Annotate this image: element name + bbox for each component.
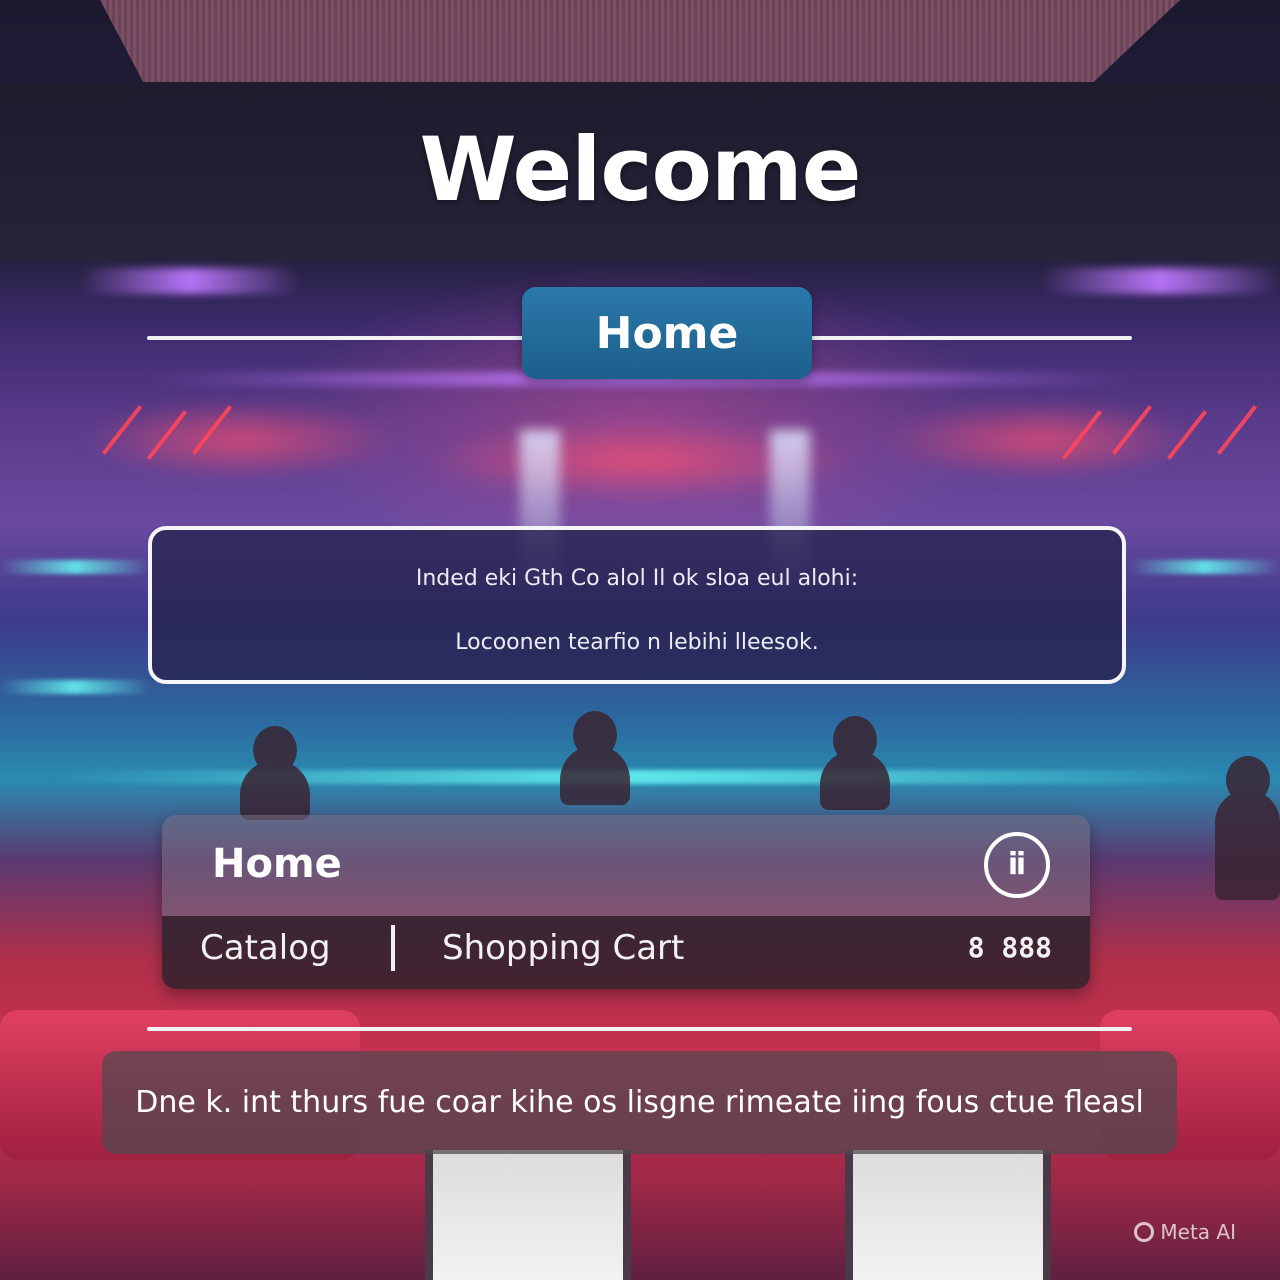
purple-light-strip (80, 268, 300, 294)
info-line-1: Inded eki Gth Co alol Il ok sloa eul alo… (415, 566, 859, 591)
doorway (845, 1150, 1051, 1280)
nav-link-catalog[interactable]: Catalog (200, 928, 331, 968)
red-glow (80, 400, 400, 480)
cyan-light-bar (0, 560, 150, 574)
cyan-light-bar (0, 680, 150, 694)
home-button[interactable]: Home (522, 287, 812, 379)
doorway (425, 1150, 631, 1280)
person-silhouette (1215, 756, 1280, 900)
bottom-banner: Dne k. int thurs fue coar kihe os lisgne… (102, 1051, 1177, 1154)
watermark-text: Meta AI (1160, 1220, 1236, 1244)
app-screen: Welcome Home Inded eki Gth Co alol Il ok… (0, 0, 1280, 1280)
user-circle-icon[interactable]: ⅱ (984, 832, 1050, 898)
info-line-2: Locoonen tearfio n lebihi lleesok. (455, 630, 819, 655)
nav-link-shopping-cart[interactable]: Shopping Cart (442, 928, 684, 968)
divider-line (808, 336, 1132, 340)
divider-line (147, 1027, 1132, 1031)
watermark: Meta AI (1134, 1220, 1236, 1244)
cart-count: 8 888 (967, 931, 1052, 964)
red-glow (880, 400, 1200, 480)
meta-ai-logo-icon (1134, 1222, 1155, 1242)
cyan-light-bar (1130, 560, 1280, 574)
bar-counter-light (50, 770, 1230, 784)
ceiling-panel (100, 0, 1180, 82)
nav-card: Home ⅱ Catalog Shopping Cart 8 888 (162, 815, 1090, 989)
info-panel: Inded eki Gth Co alol Il ok sloa eul alo… (148, 526, 1126, 684)
page-title: Welcome (419, 118, 862, 221)
nav-separator (391, 925, 395, 971)
purple-light-strip (1040, 268, 1280, 294)
nav-card-title[interactable]: Home (212, 841, 342, 887)
divider-line (147, 336, 527, 340)
